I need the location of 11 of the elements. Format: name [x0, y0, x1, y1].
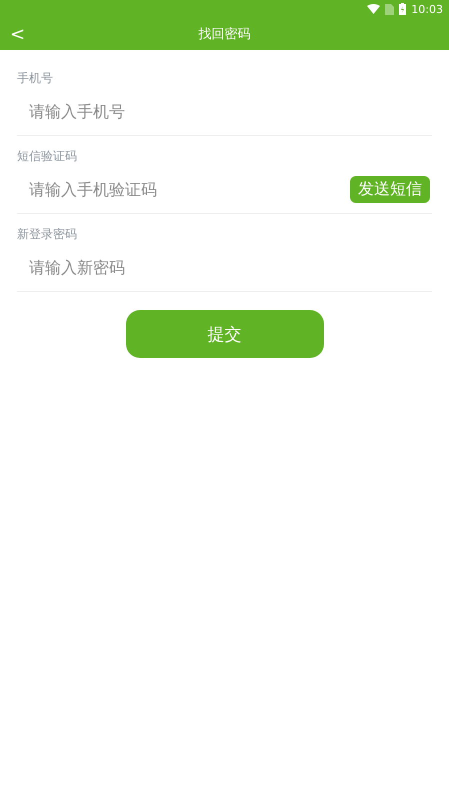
status-time: 10:03	[411, 2, 443, 16]
wifi-icon	[367, 4, 380, 14]
no-sim-icon	[385, 4, 394, 14]
page-title: 找回密码	[198, 26, 250, 43]
send-sms-button[interactable]: 发送短信	[350, 176, 430, 202]
battery-icon	[399, 3, 406, 15]
field-label: 新登录密码	[17, 226, 77, 243]
field-label: 手机号	[17, 70, 53, 87]
field-label: 短信验证码	[17, 148, 77, 165]
back-button[interactable]: <	[0, 22, 26, 46]
submit-button[interactable]: 提交	[126, 310, 324, 358]
